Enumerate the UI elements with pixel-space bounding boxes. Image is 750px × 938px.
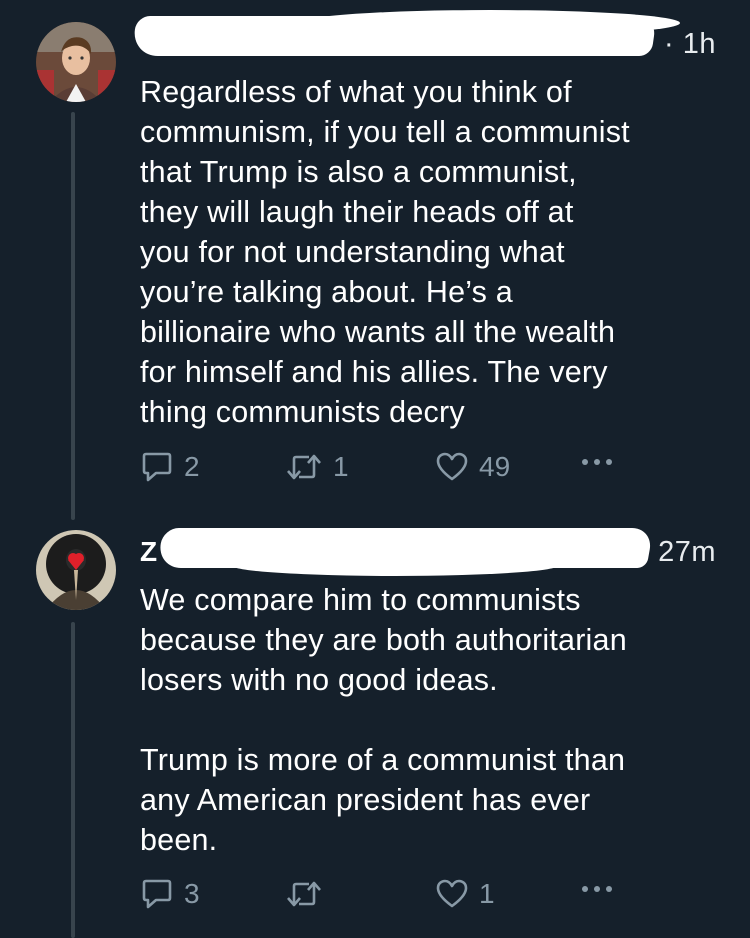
retweet-icon [287, 454, 321, 480]
like-count: 49 [479, 451, 511, 482]
tweet-time: 27m [658, 536, 716, 568]
avatar-image [36, 530, 116, 610]
reply-count: 2 [184, 451, 200, 482]
tweet-actions: 3 1 [140, 876, 640, 912]
more-icon[interactable] [582, 886, 612, 892]
reply-icon [142, 452, 172, 482]
reply-button[interactable]: 3 [140, 876, 200, 912]
like-icon [436, 452, 468, 481]
thread-line-2 [71, 622, 75, 938]
tweet-time: · 1h [664, 28, 716, 60]
reply-button[interactable]: 2 [140, 449, 200, 485]
redacted-author-handle [300, 10, 680, 36]
like-button[interactable]: 49 [435, 449, 510, 485]
like-button[interactable]: 1 [435, 876, 495, 912]
retweet-count: 1 [333, 451, 349, 482]
reply-icon [142, 879, 172, 909]
retweet-icon [287, 881, 321, 907]
redacted-author-handle [230, 554, 560, 576]
tweet-text: Regardless of what you think of communis… [140, 75, 630, 429]
author-visible-letter: Z [140, 536, 158, 567]
avatar-image [36, 22, 116, 102]
like-count: 1 [479, 878, 495, 909]
reply-count: 3 [184, 878, 200, 909]
tweet-text: We compare him to communists because the… [140, 583, 627, 857]
thread-line-1 [71, 112, 75, 520]
avatar[interactable] [36, 22, 116, 102]
like-icon [436, 879, 468, 908]
avatar[interactable] [36, 530, 116, 610]
retweet-button[interactable] [285, 876, 333, 912]
retweet-button[interactable]: 1 [285, 449, 349, 485]
tweet-actions: 2 1 49 [140, 449, 640, 485]
more-icon[interactable] [582, 459, 612, 465]
